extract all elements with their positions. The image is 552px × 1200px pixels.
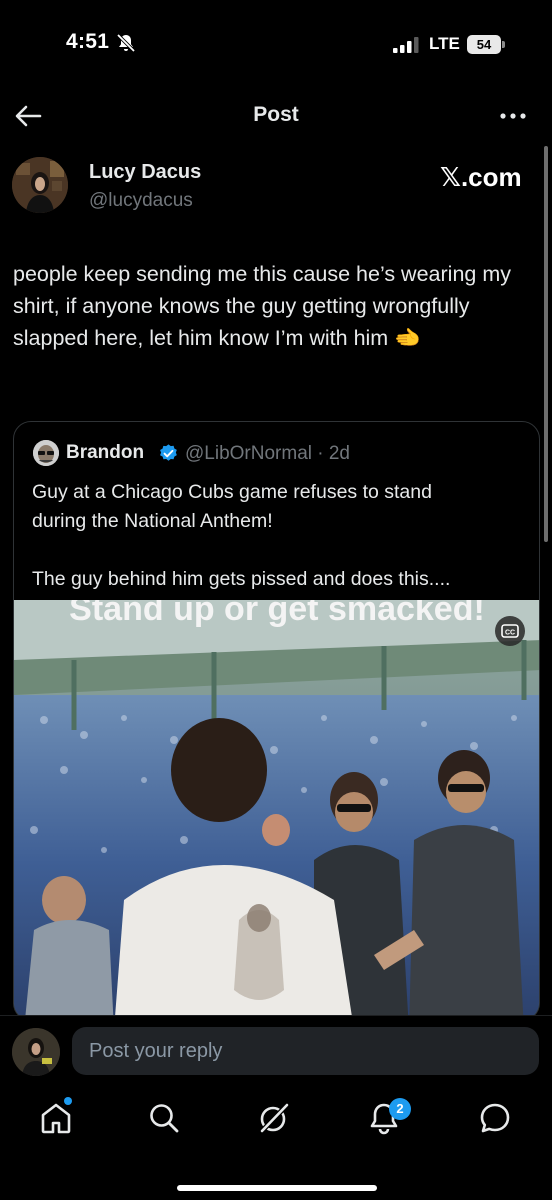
scrollbar[interactable]: [544, 146, 548, 542]
messages-icon[interactable]: [477, 1100, 513, 1136]
notifications-badge: 2: [389, 1098, 411, 1120]
quote-handle-time: @LibOrNormal · 2d: [185, 443, 350, 464]
author-avatar[interactable]: [12, 157, 68, 213]
quote-text: Guy at a Chicago Cubs game refuses to st…: [32, 478, 527, 594]
quote-text-line: Guy at a Chicago Cubs game refuses to st…: [32, 481, 432, 503]
status-time: 4:51: [66, 30, 110, 53]
quote-author-avatar[interactable]: [33, 440, 59, 466]
home-icon[interactable]: [38, 1100, 74, 1136]
source-label: 𝕏.com: [440, 162, 522, 192]
post-text: people keep sending me this cause he’s w…: [13, 262, 511, 350]
cc-label: CC: [505, 630, 515, 637]
home-indicator: [177, 1185, 377, 1191]
quote-author-name[interactable]: Brandon: [66, 442, 144, 464]
search-icon[interactable]: [146, 1100, 182, 1136]
quoted-post[interactable]: Brandon @LibOrNormal · 2d Guy at a Chica…: [13, 421, 540, 1021]
quote-video[interactable]: Stand up or get smacked!: [14, 600, 539, 1020]
my-avatar[interactable]: [12, 1028, 60, 1076]
battery-level: 54: [467, 35, 501, 54]
quote-text-line: The guy behind him gets pissed and does …: [32, 568, 451, 590]
signal-icon: [393, 37, 419, 53]
more-icon[interactable]: [498, 103, 528, 129]
battery-icon: 54: [467, 35, 505, 54]
network-label: LTE: [429, 34, 460, 53]
bell-slash-icon: [116, 33, 136, 53]
cc-icon[interactable]: CC: [495, 616, 525, 646]
verified-badge-icon: [160, 444, 177, 461]
grok-icon[interactable]: [256, 1100, 292, 1136]
video-caption: Stand up or get smacked!: [69, 600, 485, 628]
author-handle[interactable]: @lucydacus: [89, 190, 193, 212]
home-unread-dot: [64, 1097, 72, 1105]
reply-input[interactable]: Post your reply: [72, 1027, 539, 1075]
author-name[interactable]: Lucy Dacus: [89, 161, 201, 184]
page-title: Post: [253, 103, 299, 126]
quote-text-line: during the National Anthem!: [32, 510, 273, 532]
